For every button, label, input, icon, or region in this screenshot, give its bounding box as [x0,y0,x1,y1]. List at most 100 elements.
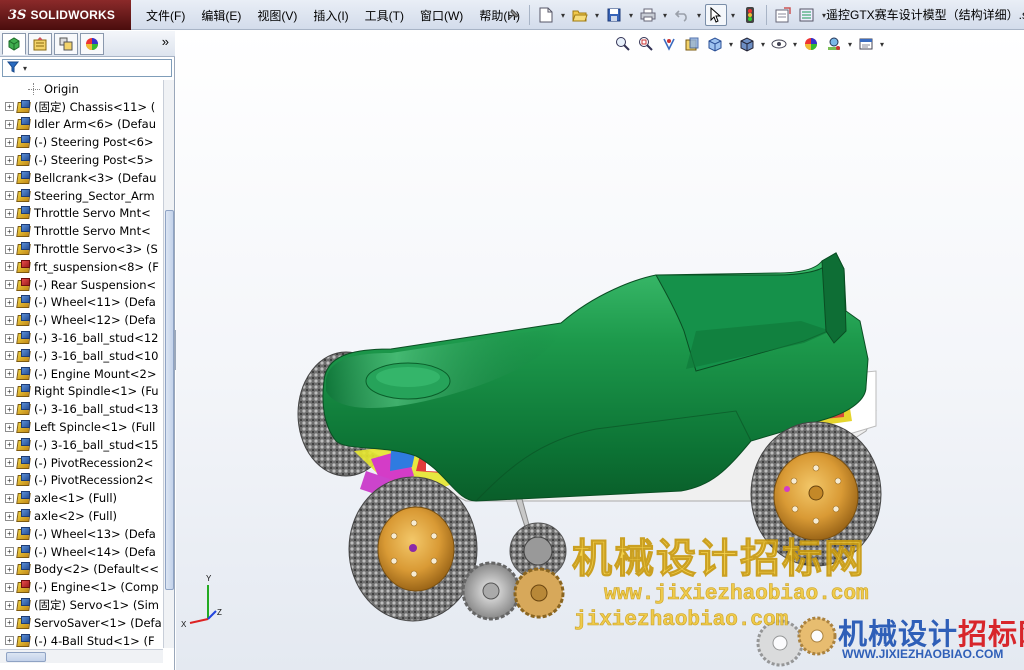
tree-item[interactable]: + (-) Wheel<14> (Defa [0,543,163,561]
tree-item[interactable]: + Throttle Servo Mnt< [0,222,163,240]
tree-item[interactable]: + Body<2> (Default<< [0,561,163,579]
menu-view[interactable]: 视图(V) [249,7,305,24]
expand-toggle-icon[interactable]: + [5,600,14,610]
traffic-light-icon[interactable] [739,4,761,26]
expand-toggle-icon[interactable]: + [5,155,14,165]
tree-item[interactable]: + (-) PivotRecession2< [0,454,163,472]
open-dropdown-icon[interactable]: ▾ [593,11,601,20]
expand-toggle-icon[interactable]: + [5,458,14,468]
tree-horizontal-scrollbar[interactable] [0,649,163,663]
solidworks-logo[interactable]: 3S SOLIDWORKS [0,0,131,30]
tree-item[interactable]: + Bellcrank<3> (Defau [0,169,163,187]
menu-window[interactable]: 窗口(W) [412,7,471,24]
tree-item[interactable]: + frt_suspension<8> (F [0,258,163,276]
file-properties-icon[interactable] [772,4,794,26]
tree-item[interactable]: + Throttle Servo<3> (S [0,240,163,258]
expand-toggle-icon[interactable]: + [5,440,14,450]
tree-item[interactable]: + (-) Wheel<11> (Defa [0,294,163,312]
tree-item[interactable]: + (-) Wheel<12> (Defa [0,311,163,329]
menu-edit[interactable]: 编辑(E) [193,7,249,24]
tree-item[interactable]: + (-) Engine Mount<2> [0,365,163,383]
expand-toggle-icon[interactable]: + [5,404,14,414]
save-dropdown-icon[interactable]: ▾ [627,11,635,20]
expand-toggle-icon[interactable]: + [5,493,14,503]
expand-toggle-icon[interactable]: + [5,386,14,396]
subassembly-icon [16,277,32,292]
panel-expand-icon[interactable]: » [162,34,169,49]
scroll-thumb[interactable] [6,652,46,662]
tree-origin[interactable]: Origin [0,80,163,98]
expand-toggle-icon[interactable]: + [5,315,14,325]
tree-item[interactable]: + (-) PivotRecession2< [0,472,163,490]
featuremanager-tab[interactable] [2,32,26,55]
expand-toggle-icon[interactable]: + [5,137,14,147]
expand-toggle-icon[interactable]: + [5,422,14,432]
expand-toggle-icon[interactable]: + [5,191,14,201]
undo-icon[interactable] [671,4,693,26]
expand-toggle-icon[interactable]: + [5,208,14,218]
configurationmanager-tab[interactable] [54,32,78,55]
expand-toggle-icon[interactable]: + [5,119,14,129]
tree-item[interactable]: + (-) 3-16_ball_stud<15 [0,436,163,454]
expand-toggle-icon[interactable]: + [5,564,14,574]
menu-file[interactable]: 文件(F) [138,7,193,24]
tree-item[interactable]: + ServoSaver<1> (Defa [0,614,163,632]
expand-toggle-icon[interactable]: + [5,102,14,112]
tree-item[interactable]: + (-) Rear Suspension< [0,276,163,294]
appearance-tab[interactable] [80,32,104,55]
tree-item[interactable]: + (固定) Chassis<11> ( [0,98,163,116]
expand-toggle-icon[interactable]: + [5,280,14,290]
tree-item[interactable]: + (-) Steering Post<6> [0,133,163,151]
tree-item-label: Throttle Servo Mnt< [34,206,151,221]
new-document-icon[interactable] [535,4,557,26]
expand-toggle-icon[interactable]: + [5,351,14,361]
expand-toggle-icon[interactable]: + [5,262,14,272]
scroll-thumb[interactable] [165,210,174,590]
tree-item[interactable]: + (固定) Servo<1> (Sim [0,596,163,614]
tree-item[interactable]: + (-) Wheel<13> (Defa [0,525,163,543]
tree-item[interactable]: + Right Spindle<1> (Fu [0,383,163,401]
expand-toggle-icon[interactable]: + [5,529,14,539]
expand-toggle-icon[interactable]: + [5,173,14,183]
tree-item[interactable]: + axle<1> (Full) [0,489,163,507]
tree-item[interactable]: + Idler Arm<6> (Defau [0,116,163,134]
select-dropdown-icon[interactable]: ▾ [729,11,737,20]
expand-toggle-icon[interactable]: + [5,511,14,521]
filter-dropdown-icon[interactable]: ▾ [21,64,29,73]
select-arrow-icon[interactable] [705,4,727,26]
expand-toggle-icon[interactable]: + [5,582,14,592]
tree-vertical-scrollbar[interactable] [163,80,174,648]
menu-insert[interactable]: 插入(I) [305,7,356,24]
tree-item[interactable]: + Throttle Servo Mnt< [0,205,163,223]
tree-item[interactable]: + (-) Steering Post<5> [0,151,163,169]
save-icon[interactable] [603,4,625,26]
options-icon[interactable] [796,4,818,26]
tree-item[interactable]: + (-) 3-16_ball_stud<13 [0,400,163,418]
expand-toggle-icon[interactable]: + [5,244,14,254]
tree-item[interactable]: + axle<2> (Full) [0,507,163,525]
print-dropdown-icon[interactable]: ▾ [661,11,669,20]
expand-toggle-icon[interactable]: + [5,475,14,485]
tree-item[interactable]: + Steering_Sector_Arm [0,187,163,205]
expand-toggle-icon[interactable]: + [5,618,14,628]
tree-item[interactable]: + (-) Engine<1> (Comp [0,578,163,596]
expand-toggle-icon[interactable]: + [5,369,14,379]
print-icon[interactable] [637,4,659,26]
tree-item[interactable]: + (-) 3-16_ball_stud<10 [0,347,163,365]
expand-toggle-icon[interactable]: + [5,636,14,646]
pin-icon[interactable] [502,4,524,26]
expand-toggle-icon[interactable]: + [5,226,14,236]
open-folder-icon[interactable] [569,4,591,26]
menu-tools[interactable]: 工具(T) [357,7,412,24]
tree-filter-field[interactable]: ▾ [2,59,172,77]
tree-item[interactable]: + (-) 3-16_ball_stud<12 [0,329,163,347]
expand-toggle-icon[interactable]: + [5,333,14,343]
expand-toggle-icon[interactable]: + [5,297,14,307]
new-dropdown-icon[interactable]: ▾ [559,11,567,20]
tree-item[interactable]: + (-) 4-Ball Stud<1> (F [0,632,163,648]
expand-toggle-icon[interactable]: + [5,547,14,557]
tree-item[interactable]: + Left Spincle<1> (Full [0,418,163,436]
graphics-area[interactable]: ▾ ▾ ▾ ▾ ▾ Y X Z 机械设计招标网 www.jixiezhaobia… [176,31,1024,670]
propertymanager-tab[interactable] [28,32,52,55]
undo-dropdown-icon[interactable]: ▾ [695,11,703,20]
